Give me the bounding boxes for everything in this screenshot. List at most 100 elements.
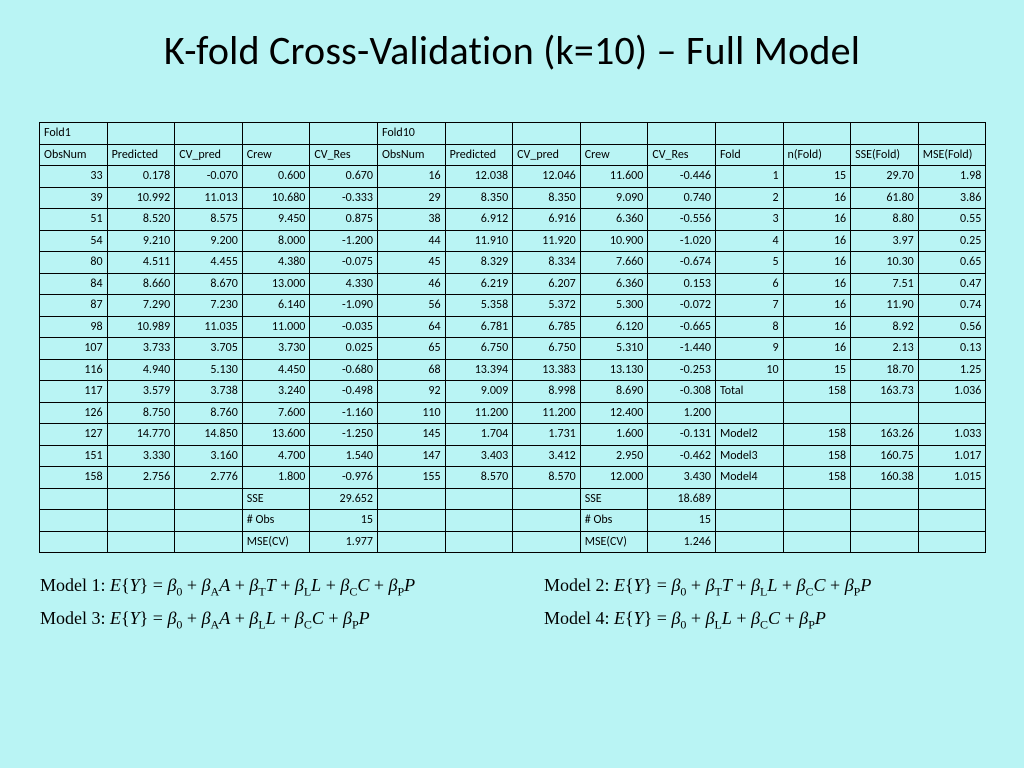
cell: 13.394 xyxy=(445,359,514,382)
cell: # Obs xyxy=(242,509,311,532)
cell xyxy=(783,402,852,425)
cell: 11.600 xyxy=(580,165,649,188)
cell: -0.035 xyxy=(309,316,378,339)
cell: 0.153 xyxy=(647,273,716,296)
cell: 64 xyxy=(377,316,446,339)
cell xyxy=(377,531,446,554)
cell: -0.072 xyxy=(647,294,716,317)
cell: 9.090 xyxy=(580,187,649,210)
table-row: 848.6608.67013.0004.330466.2196.2076.360… xyxy=(40,274,984,296)
cell: 158 xyxy=(783,466,852,489)
cell: 10.680 xyxy=(242,187,311,210)
cell: 16 xyxy=(783,251,852,274)
cell: 158 xyxy=(39,466,108,489)
page-title: K-fold Cross-Validation (k=10) – Full Mo… xyxy=(40,26,984,75)
cell xyxy=(174,531,243,554)
cell: -1.200 xyxy=(309,230,378,253)
cell xyxy=(850,531,919,554)
cell: 16 xyxy=(783,316,852,339)
header-cell: MSE(Fold) xyxy=(918,144,987,167)
table-row: MSE(CV)1.977MSE(CV)1.246 xyxy=(40,532,984,554)
cell: 12.038 xyxy=(445,165,514,188)
model-3: Model 3: E{Y} = β0 + βAA + βLL + βCC + β… xyxy=(40,608,480,633)
cell: 3.330 xyxy=(107,445,176,468)
cell: 6 xyxy=(715,273,784,296)
cell: 56 xyxy=(377,294,446,317)
cv-table: Fold1Fold10 ObsNumPredictedCV_predCrewCV… xyxy=(40,123,984,553)
header-cell: ObsNum xyxy=(39,144,108,167)
header-cell: CV_pred xyxy=(174,144,243,167)
cell: 0.74 xyxy=(918,294,987,317)
cell: 1.017 xyxy=(918,445,987,468)
cell: 163.73 xyxy=(850,380,919,403)
cell: 6.750 xyxy=(445,337,514,360)
cell xyxy=(174,509,243,532)
cell: 7.230 xyxy=(174,294,243,317)
cell: 1.246 xyxy=(647,531,716,554)
cell: -1.020 xyxy=(647,230,716,253)
cell: 8.670 xyxy=(174,273,243,296)
cell: 10.30 xyxy=(850,251,919,274)
header-cell: ObsNum xyxy=(377,144,446,167)
table-top-header: Fold1Fold10 xyxy=(40,123,984,145)
cell: -1.090 xyxy=(309,294,378,317)
cell: 7 xyxy=(715,294,784,317)
cell xyxy=(918,531,987,554)
cell: 4.450 xyxy=(242,359,311,382)
table-row: 877.2907.2306.140-1.090565.3585.3725.300… xyxy=(40,295,984,317)
cell: 9 xyxy=(715,337,784,360)
cell: 0.55 xyxy=(918,208,987,231)
cell: 11.000 xyxy=(242,316,311,339)
table-row: 9810.98911.03511.000-0.035646.7816.7856.… xyxy=(40,317,984,339)
cell: 3.579 xyxy=(107,380,176,403)
cell: 110 xyxy=(377,402,446,425)
cell: 6.219 xyxy=(445,273,514,296)
header-cell xyxy=(783,122,852,145)
cell: 4.380 xyxy=(242,251,311,274)
header-cell xyxy=(107,122,176,145)
cell: 0.65 xyxy=(918,251,987,274)
cell: 8.690 xyxy=(580,380,649,403)
cell: 16 xyxy=(783,208,852,231)
cell: 16 xyxy=(783,187,852,210)
header-cell: CV_Res xyxy=(647,144,716,167)
cell: 9.200 xyxy=(174,230,243,253)
cell: 1.731 xyxy=(512,423,581,446)
header-cell: n(Fold) xyxy=(783,144,852,167)
cell: 6.360 xyxy=(580,273,649,296)
cell xyxy=(715,509,784,532)
header-cell xyxy=(647,122,716,145)
cell: 18.70 xyxy=(850,359,919,382)
cell: 0.25 xyxy=(918,230,987,253)
cell: 8.570 xyxy=(445,466,514,489)
cell: 3.430 xyxy=(647,466,716,489)
cell: -0.131 xyxy=(647,423,716,446)
table-row: 12714.77014.85013.600-1.2501451.7041.731… xyxy=(40,424,984,446)
header-cell xyxy=(918,122,987,145)
cell: 5.372 xyxy=(512,294,581,317)
table-row: 518.5208.5759.4500.875386.9126.9166.360-… xyxy=(40,209,984,231)
cell: 2.950 xyxy=(580,445,649,468)
cell: 11.035 xyxy=(174,316,243,339)
cell: 127 xyxy=(39,423,108,446)
cell: 3.97 xyxy=(850,230,919,253)
cell: -0.976 xyxy=(309,466,378,489)
cell: 2.776 xyxy=(174,466,243,489)
cell xyxy=(850,402,919,425)
cell: 155 xyxy=(377,466,446,489)
cell: 2 xyxy=(715,187,784,210)
table-row: 1073.7333.7053.7300.025656.7506.7505.310… xyxy=(40,338,984,360)
cell: -0.674 xyxy=(647,251,716,274)
cell xyxy=(39,531,108,554)
header-cell: Fold10 xyxy=(377,122,446,145)
header-cell xyxy=(580,122,649,145)
cell: 8.334 xyxy=(512,251,581,274)
cell: 4.511 xyxy=(107,251,176,274)
cell: 5 xyxy=(715,251,784,274)
cell xyxy=(783,509,852,532)
cell: -0.253 xyxy=(647,359,716,382)
cell: 8.329 xyxy=(445,251,514,274)
header-cell xyxy=(174,122,243,145)
cell: 126 xyxy=(39,402,108,425)
cell: 3 xyxy=(715,208,784,231)
